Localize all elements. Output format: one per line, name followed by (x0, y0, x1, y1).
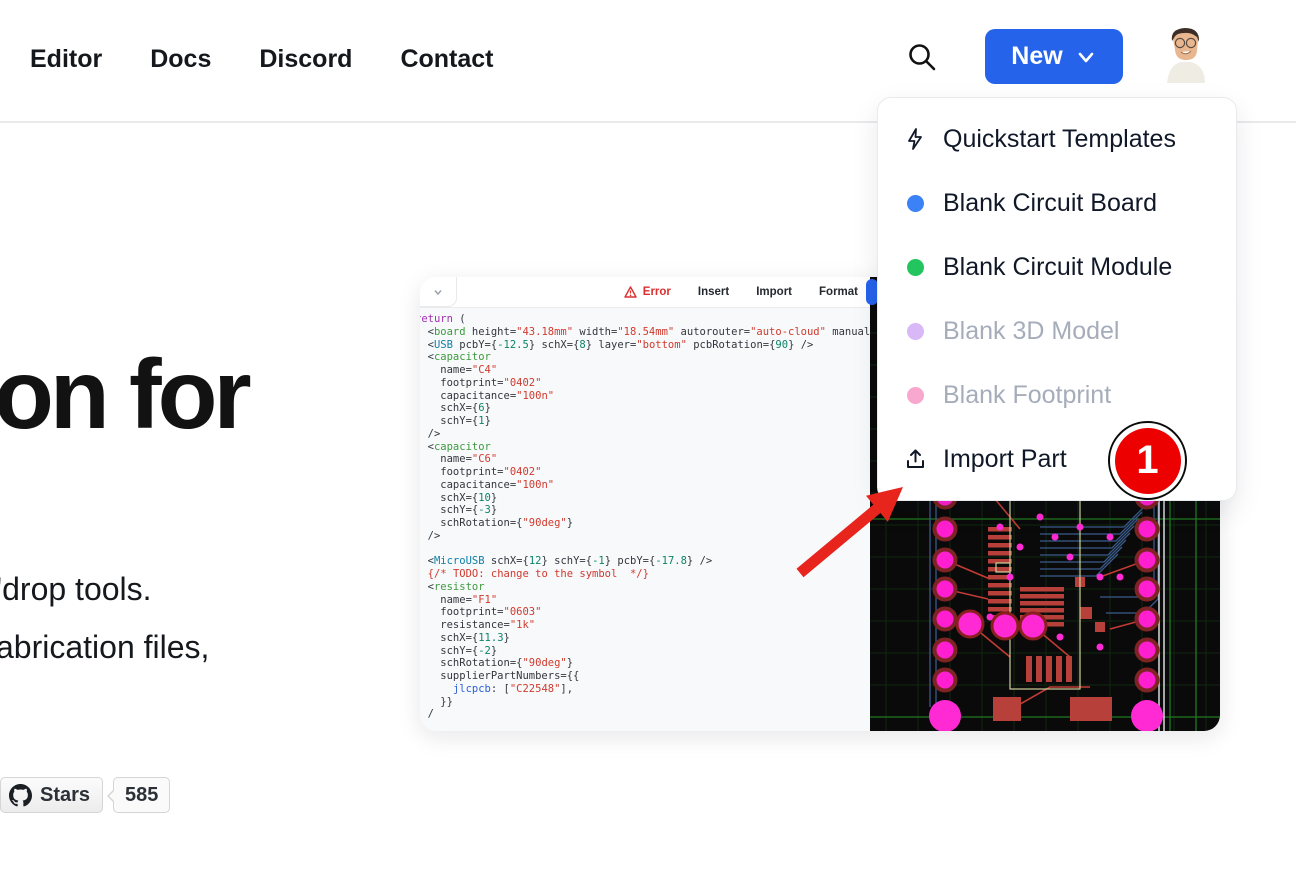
nav-link-discord[interactable]: Discord (259, 45, 352, 74)
new-button[interactable]: New (985, 29, 1123, 84)
hero-heading-fragment: on for (0, 338, 248, 451)
nav-link-docs[interactable]: Docs (150, 45, 211, 74)
pink-dot-icon (907, 387, 924, 404)
github-stars-label: Stars (40, 784, 90, 807)
nav-link-editor[interactable]: Editor (30, 45, 102, 74)
toolbar-item-insert: Insert (698, 286, 729, 298)
user-avatar[interactable] (1157, 25, 1213, 87)
hero-body-text: 'drop tools. abrication files, (0, 560, 209, 676)
search-icon[interactable] (903, 38, 941, 76)
github-stars-widget: Stars 585 (0, 777, 170, 813)
green-dot-icon (907, 259, 924, 276)
nav-link-contact[interactable]: Contact (400, 45, 493, 74)
annotation-badge-number: 1 (1115, 428, 1181, 494)
collapse-tab (420, 277, 457, 307)
toolbar-item-format: Format (819, 286, 858, 298)
menu-item-blank-circuit-board[interactable]: Blank Circuit Board (878, 171, 1236, 235)
nav-links: Editor Docs Discord Contact (30, 0, 494, 119)
blue-dot-icon (907, 195, 924, 212)
github-stars-button[interactable]: Stars (0, 777, 103, 813)
menu-item-label: Import Part (943, 445, 1067, 474)
chevron-down-icon (1075, 46, 1097, 68)
code-content: return ( <board height="43.18mm" width="… (420, 313, 885, 721)
new-dropdown-menu: Quickstart Templates Blank Circuit Board… (877, 97, 1237, 501)
menu-item-label: Blank Footprint (943, 381, 1111, 410)
menu-item-blank-3d-model[interactable]: Blank 3D Model (878, 299, 1236, 363)
new-button-label: New (1011, 42, 1062, 71)
lightning-icon (902, 127, 928, 151)
page: Editor Docs Discord Contact New on for '… (0, 0, 1296, 872)
menu-item-label: Quickstart Templates (943, 125, 1176, 154)
menu-item-blank-circuit-module[interactable]: Blank Circuit Module (878, 235, 1236, 299)
menu-item-label: Blank Circuit Board (943, 189, 1157, 218)
menu-item-label: Blank Circuit Module (943, 253, 1172, 282)
menu-item-quickstart-templates[interactable]: Quickstart Templates (878, 107, 1236, 171)
code-editor-panel: return ( <board height="43.18mm" width="… (420, 277, 870, 731)
hero-body-line: abrication files, (0, 618, 209, 676)
editor-toolbar: Error Insert Import Format (420, 277, 870, 308)
purple-dot-icon (907, 323, 924, 340)
menu-item-label: Blank 3D Model (943, 317, 1119, 346)
warning-triangle-icon (624, 286, 637, 298)
menu-item-blank-footprint[interactable]: Blank Footprint (878, 363, 1236, 427)
github-icon (9, 784, 32, 807)
hero-body-line: 'drop tools. (0, 560, 209, 618)
error-label: Error (643, 286, 671, 298)
toolbar-item-import: Import (756, 286, 792, 298)
chevron-down-icon (433, 287, 443, 297)
error-indicator: Error (624, 286, 671, 298)
annotation-badge: 1 (1108, 421, 1187, 500)
upload-icon (902, 447, 928, 471)
github-star-count[interactable]: 585 (113, 777, 170, 813)
toolbar-items: Error Insert Import Format (624, 277, 858, 307)
star-count-value: 585 (125, 784, 158, 807)
